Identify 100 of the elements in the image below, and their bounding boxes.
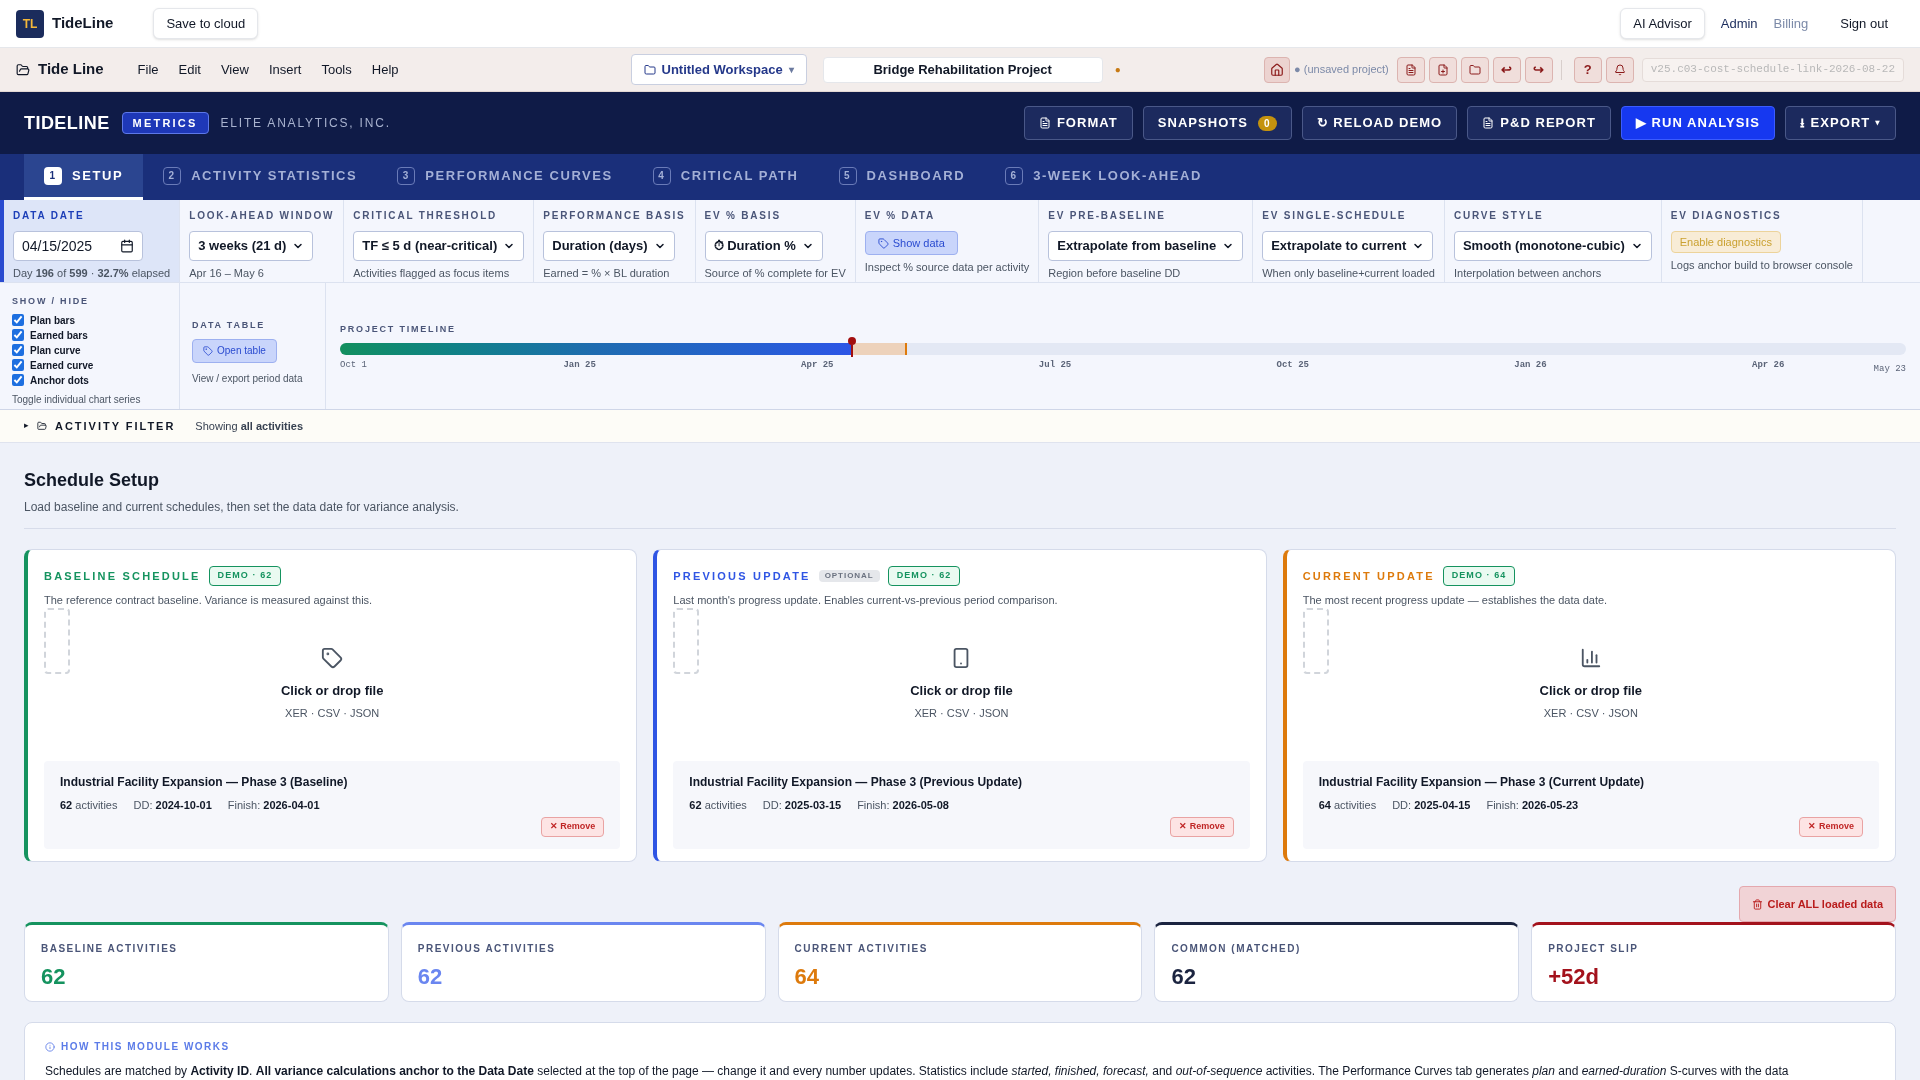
nav-link[interactable]: Billing: [1773, 13, 1809, 34]
control-label: EV PRE-BASELINE: [1048, 209, 1166, 223]
tab[interactable]: 2 ACTIVITY STATISTICS: [143, 154, 378, 200]
toolbar-button[interactable]: ↩: [1492, 56, 1521, 83]
header-button[interactable]: SNAPSHOTS 0: [1142, 106, 1292, 140]
sign-out-button[interactable]: Sign out: [1840, 13, 1888, 34]
toolbar-button[interactable]: ?: [1573, 56, 1602, 83]
series-checkbox[interactable]: [12, 329, 24, 341]
project-name-field[interactable]: Bridge Rehabilitation Project: [822, 56, 1103, 83]
home-button[interactable]: [1264, 56, 1291, 83]
menu-item[interactable]: View: [210, 59, 259, 80]
select-field[interactable]: 3 weeks (21 d): [189, 231, 314, 261]
document-button[interactable]: [1396, 56, 1425, 83]
tab[interactable]: 3 PERFORMANCE CURVES: [377, 154, 633, 200]
series-checkbox[interactable]: [12, 374, 24, 386]
placeholder-slot: [44, 608, 70, 674]
header-button[interactable]: ▶ RUN ANALYSIS: [1620, 106, 1775, 140]
placeholder-slot: [673, 608, 700, 674]
filter-toggle[interactable]: ▸: [24, 419, 29, 433]
tab[interactable]: 6 3-WEEK LOOK-AHEAD: [985, 154, 1222, 200]
unsaved-dot: ●: [1114, 63, 1121, 77]
data-date: DD: 2025-04-15: [1392, 797, 1471, 813]
header-button[interactable]: ↻ RELOAD DEMO: [1301, 106, 1458, 140]
series-checkbox[interactable]: [12, 314, 24, 326]
menu-item[interactable]: Insert: [258, 59, 312, 80]
drop-zone[interactable]: Click or drop file: [910, 681, 1013, 701]
timeline-tick-label: Apr 25: [801, 358, 834, 372]
select-field[interactable]: Duration (days): [543, 231, 675, 261]
control-label: DATA DATE: [13, 209, 85, 223]
add-document-button[interactable]: [1428, 56, 1457, 83]
file-formats: XER · CSV · JSON: [914, 705, 1009, 721]
timeline-tick-label: Apr 26: [1752, 358, 1785, 372]
checkbox-label: Earned curve: [30, 358, 94, 373]
select-field[interactable]: Extrapolate to current: [1262, 231, 1434, 261]
select-field[interactable]: TF ≤ 5 d (near-critical): [353, 231, 525, 261]
file-name: Industrial Facility Expansion — Phase 3 (Current Update): [1318, 773, 1646, 791]
menu-item[interactable]: Tools: [311, 59, 362, 80]
card-title: CURRENT UPDATE: [1302, 568, 1435, 584]
section-note: View / export period data: [192, 371, 304, 386]
tag-icon: [877, 237, 889, 249]
tag-icon: [321, 647, 344, 670]
filter-icon: [37, 421, 47, 431]
stat-label: CURRENT ACTIVITIES: [794, 942, 929, 956]
info-text: Schedules are matched by Activity ID. All variance calculations anchor to the Data Date selected at the top of the page — change it and every number updates. Statistics include started, finished, forecast, and out-of-sequence activities. The Performance Curves tab generates plan and earned-duration S-curves with the data: [45, 1063, 1790, 1080]
tab[interactable]: 5 DASHBOARD: [818, 154, 986, 200]
placeholder-slot: [1302, 608, 1329, 674]
header-button[interactable]: P&D REPORT: [1467, 106, 1611, 140]
select-field[interactable]: ⏱ Duration %: [704, 231, 823, 261]
drop-zone[interactable]: Click or drop file: [280, 681, 384, 701]
open-table-button[interactable]: Open table: [192, 338, 277, 363]
tab[interactable]: 1 SETUP: [24, 154, 144, 200]
section-label: SHOW / HIDE: [12, 295, 90, 308]
add-document-icon: [1436, 63, 1449, 76]
date-field[interactable]: 04/15/2025: [13, 231, 143, 261]
menu-item[interactable]: File: [127, 59, 169, 80]
bell-button[interactable]: [1605, 56, 1634, 83]
nav-link[interactable]: Admin: [1720, 13, 1758, 34]
stat-value: +52d: [1548, 963, 1600, 991]
timeline-tick-label: Jan 26: [1514, 358, 1547, 372]
card-description: The reference contract baseline. Variance is measured against this.: [44, 592, 374, 608]
series-checkbox[interactable]: [12, 344, 24, 356]
header-button[interactable]: ⭳ EXPORT ▾: [1784, 106, 1896, 140]
filter-label: ACTIVITY FILTER: [55, 418, 176, 434]
timeline-tick-label: Jul 25: [1038, 358, 1072, 372]
control-label: LOOK-AHEAD WINDOW: [189, 209, 335, 223]
section-subtitle: Load baseline and current schedules, then set the data date for variance analysis.: [24, 499, 460, 516]
file-name: Industrial Facility Expansion — Phase 3 (Baseline): [60, 773, 349, 791]
control-note: Day 196 of 599 · 32.7% elapsed: [13, 266, 171, 281]
clear-data-button[interactable]: Clear ALL loaded data: [1739, 886, 1896, 922]
control-note: Region before baseline DD: [1048, 266, 1181, 281]
demo-tag: DEMO · 62: [887, 566, 961, 586]
save-button[interactable]: Save to cloud: [153, 8, 259, 39]
finish-date: Finish: 2026-04-01: [227, 797, 320, 813]
version-field: v25.c03-cost-schedule-link-2026-08-22: [1641, 57, 1904, 82]
count-badge: 0: [1258, 115, 1277, 131]
select-field[interactable]: Extrapolate from baseline: [1048, 231, 1244, 261]
toolbar-button[interactable]: ↪: [1524, 56, 1553, 83]
control-note: Interpolation between anchors: [1453, 266, 1602, 281]
drop-zone[interactable]: Click or drop file: [1539, 681, 1643, 701]
tab[interactable]: 4 CRITICAL PATH: [632, 154, 819, 200]
remove-button[interactable]: ✕ Remove: [1799, 817, 1863, 837]
folder-button[interactable]: [1460, 56, 1489, 83]
header-button[interactable]: FORMAT: [1023, 106, 1133, 140]
data-date: DD: 2024-10-01: [133, 797, 212, 813]
card-title: PREVIOUS UPDATE: [673, 568, 811, 584]
menu-item[interactable]: Edit: [168, 59, 211, 80]
show-data-button[interactable]: Show data: [864, 231, 958, 255]
filter-summary: Showing all activities: [195, 418, 303, 434]
activity-count: 64 activities: [1318, 797, 1377, 813]
stat-value: 62: [41, 963, 67, 991]
remove-button[interactable]: ✕ Remove: [1170, 817, 1234, 837]
ai-advisor-button[interactable]: AI Advisor: [1620, 8, 1705, 39]
info-icon: [45, 1041, 55, 1052]
stat-label: PROJECT SLIP: [1548, 942, 1640, 956]
select-field[interactable]: Smooth (monotone-cubic): [1453, 231, 1652, 261]
series-checkbox[interactable]: [12, 359, 24, 371]
remove-button[interactable]: ✕ Remove: [540, 817, 605, 837]
menu-item[interactable]: Help: [361, 59, 409, 80]
workspace-selector[interactable]: Untitled Workspace ▾: [630, 54, 807, 85]
control-label: EV % DATA: [864, 209, 936, 223]
